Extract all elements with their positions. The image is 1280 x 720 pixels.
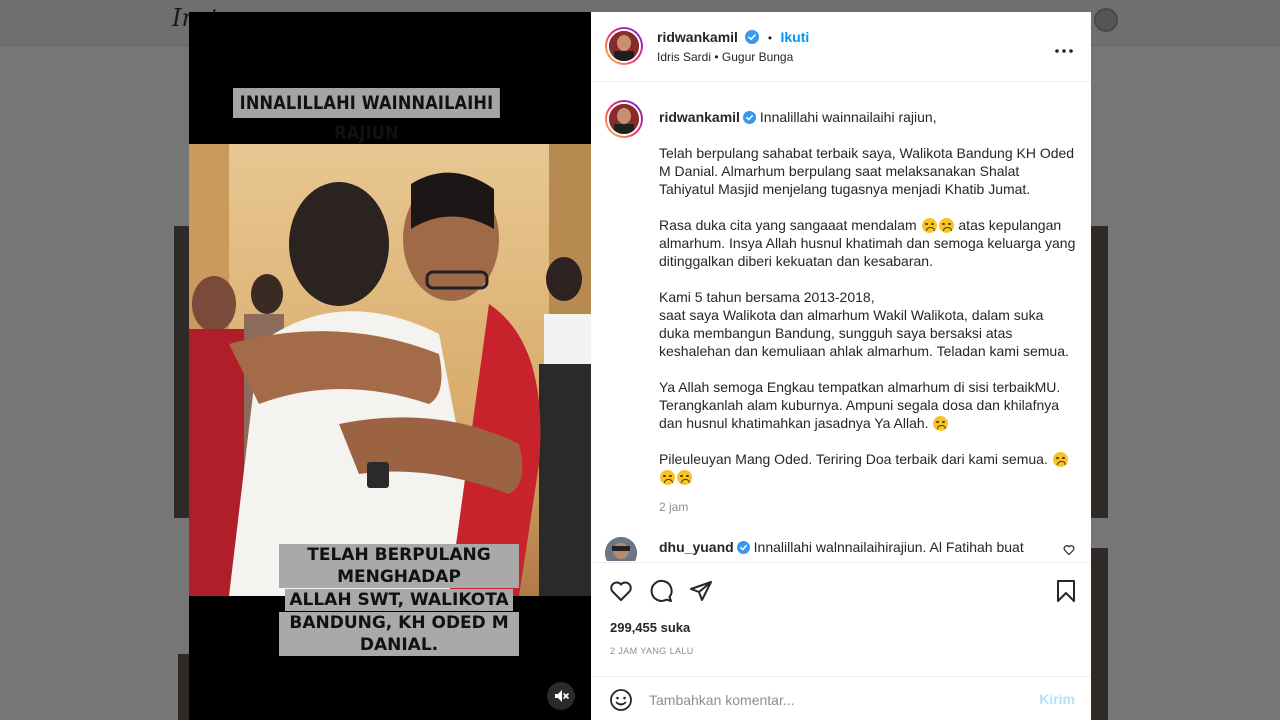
post-header: ridwankamil • Ikuti Idris Sardi • Gugur … bbox=[591, 12, 1091, 82]
author-photo-icon bbox=[609, 31, 639, 61]
profile-avatar-icon bbox=[1094, 8, 1118, 32]
caption-paragraph: Pileuleuyan Mang Oded. Teriring Doa terb… bbox=[659, 450, 1077, 486]
paper-plane-icon bbox=[690, 581, 712, 601]
sad-face-emoji-icon bbox=[1052, 452, 1068, 467]
caption-overlay-line: ALLAH SWT, WALIKOTA bbox=[285, 589, 513, 611]
add-comment-bar: Kirim bbox=[591, 676, 1091, 720]
caption-overlay-line: TELAH BERPULANG MENGHADAP bbox=[279, 544, 519, 588]
post-comment-button[interactable]: Kirim bbox=[1039, 691, 1075, 707]
hug-photo-illustration bbox=[189, 144, 591, 596]
caption-author-avatar[interactable] bbox=[605, 100, 643, 138]
caption-text: Pileuleuyan Mang Oded. Teriring Doa terb… bbox=[659, 451, 1048, 467]
caption-paragraph: Ya Allah semoga Engkau tempatkan almarhu… bbox=[659, 378, 1077, 432]
follow-button[interactable]: Ikuti bbox=[780, 29, 809, 45]
comment-button[interactable] bbox=[649, 579, 673, 608]
post-action-bar bbox=[591, 562, 1091, 612]
caption-paragraph: Kami 5 tahun bersama 2013-2018, saat saya… bbox=[659, 288, 1077, 360]
like-button[interactable] bbox=[609, 579, 633, 608]
sad-face-emoji-icon bbox=[660, 470, 675, 485]
speech-bubble-icon bbox=[650, 579, 673, 602]
more-options-button[interactable] bbox=[1055, 36, 1073, 59]
verified-badge-icon bbox=[736, 541, 750, 554]
commenter-avatar[interactable] bbox=[605, 537, 637, 561]
emoji-picker-button[interactable] bbox=[609, 688, 633, 717]
like-count[interactable]: 299,455 suka bbox=[610, 620, 690, 635]
separator-dot: • bbox=[767, 31, 773, 45]
post-caption: ridwankamil Innalillahi wainnailaihi raji… bbox=[659, 108, 1077, 516]
more-dots-icon bbox=[1055, 49, 1073, 53]
comment-body: dhu_yuand Innalillahi walnnailaihirajiun.… bbox=[659, 539, 1039, 555]
post-modal: INNALILLAHI WAINNAILAIHI RAJIUN TELAH BE… bbox=[189, 12, 1091, 720]
caption-text: saat saya Walikota dan almarhum Wakil Wa… bbox=[659, 307, 1069, 359]
sad-face-emoji-icon bbox=[933, 416, 949, 431]
add-comment-input[interactable] bbox=[649, 689, 1009, 711]
speaker-muted-icon bbox=[555, 690, 569, 702]
save-button[interactable] bbox=[1055, 579, 1077, 608]
background-feed-tile bbox=[1090, 548, 1108, 720]
background-feed-tile bbox=[174, 226, 190, 518]
caption-text: Rasa duka cita yang sangaaat mendalam bbox=[659, 217, 917, 233]
sad-face-emoji-icon bbox=[938, 218, 954, 233]
commenter-username[interactable]: dhu_yuand bbox=[659, 539, 734, 555]
author-username[interactable]: ridwankamil bbox=[657, 29, 738, 45]
video-caption-overlay: TELAH BERPULANG MENGHADAP ALLAH SWT, WAL… bbox=[279, 544, 519, 657]
caption-overlay-line: BANDUNG, KH ODED M DANIAL. bbox=[279, 612, 519, 656]
author-photo-icon bbox=[609, 104, 639, 134]
video-title-overlay: INNALILLAHI WAINNAILAIHI RAJIUN bbox=[233, 88, 500, 144]
header-name-row: ridwankamil • Ikuti bbox=[657, 29, 809, 47]
comments-scroll-area[interactable]: ridwankamil Innalillahi wainnailaihi raji… bbox=[591, 83, 1091, 561]
caption-text: Ya Allah semoga Engkau tempatkan almarhu… bbox=[659, 379, 1061, 431]
caption-paragraph: Rasa duka cita yang sangaaat mendalam at… bbox=[659, 216, 1077, 270]
share-button[interactable] bbox=[689, 579, 713, 608]
verified-badge-icon bbox=[742, 111, 756, 124]
video-frame-photo bbox=[189, 144, 591, 596]
post-details-panel: ridwankamil • Ikuti Idris Sardi • Gugur … bbox=[591, 12, 1091, 720]
caption-username[interactable]: ridwankamil bbox=[659, 109, 740, 125]
sad-face-emoji-icon bbox=[921, 218, 937, 233]
caption-paragraph: Telah berpulang sahabat terbaik saya, Wa… bbox=[659, 145, 1075, 197]
heart-outline-icon bbox=[1063, 545, 1075, 556]
bookmark-outline-icon bbox=[1057, 580, 1075, 602]
comment-item: dhu_yuand Innalillahi walnnailaihirajiun.… bbox=[605, 537, 1075, 561]
verified-badge-icon bbox=[745, 30, 760, 44]
commenter-photo-icon bbox=[605, 537, 637, 561]
smiley-face-icon bbox=[610, 689, 632, 711]
mute-button[interactable] bbox=[547, 682, 575, 710]
comment-text: Innalillahi walnnailaihirajiun. Al Fatih… bbox=[753, 539, 1024, 555]
post-video[interactable]: INNALILLAHI WAINNAILAIHI RAJIUN TELAH BE… bbox=[189, 12, 591, 720]
sad-face-emoji-icon bbox=[677, 470, 692, 485]
caption-text: Kami 5 tahun bersama 2013-2018, bbox=[659, 289, 875, 305]
post-timestamp[interactable]: 2 JAM YANG LALU bbox=[610, 646, 694, 656]
caption-timestamp[interactable]: 2 jam bbox=[659, 498, 1077, 516]
author-avatar[interactable] bbox=[605, 27, 643, 65]
caption-first-line: Innalillahi wainnailaihi rajiun, bbox=[759, 109, 937, 125]
audio-track-link[interactable]: Idris Sardi • Gugur Bunga bbox=[657, 50, 793, 64]
background-feed-tile bbox=[1090, 226, 1108, 518]
heart-outline-icon bbox=[610, 581, 632, 601]
comment-like-button[interactable] bbox=[1063, 543, 1075, 561]
